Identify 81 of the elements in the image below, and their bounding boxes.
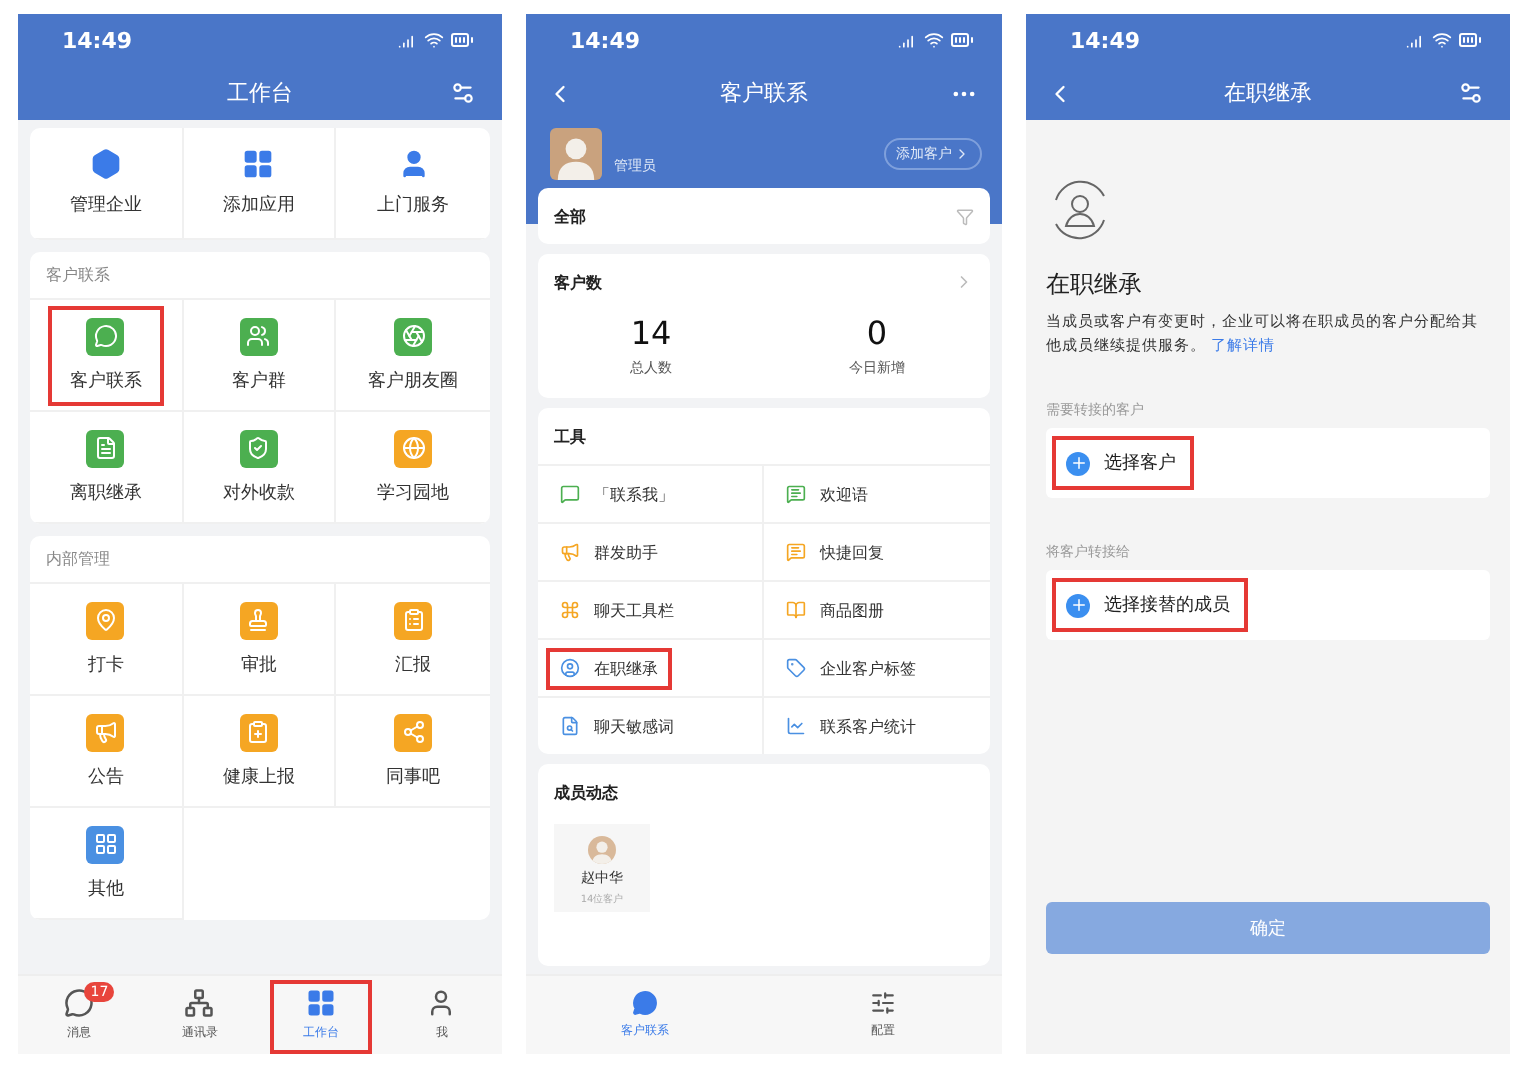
card-title: 成员动态	[554, 781, 618, 803]
signal-icon	[1406, 30, 1426, 50]
plus-icon	[1066, 593, 1090, 618]
wifi-icon	[424, 30, 444, 50]
section-heading: 客户联系	[30, 252, 490, 300]
tool-item[interactable]: 在职继承	[552, 653, 666, 683]
app-item[interactable]: 对外收款	[206, 423, 311, 511]
tool-item[interactable]: 联系客户统计	[778, 711, 924, 741]
filter-label: 全部	[554, 205, 586, 227]
app-item[interactable]: 客户联系	[53, 311, 158, 399]
app-item[interactable]: 其他	[70, 819, 141, 907]
stat-value: 0	[866, 314, 888, 352]
tool-item[interactable]: 聊天工具栏	[552, 595, 682, 625]
plus-icon	[1066, 451, 1090, 476]
tool-item[interactable]: 欢迎语	[778, 479, 876, 509]
settings-icon[interactable]	[1458, 80, 1484, 106]
status-time: 14:49	[570, 27, 641, 53]
section-heading: 内部管理	[30, 536, 490, 584]
avatar	[588, 836, 616, 864]
battery-icon	[1458, 28, 1482, 52]
status-time: 14:49	[1070, 27, 1141, 53]
app-item[interactable]: 学习园地	[361, 423, 466, 511]
select-field[interactable]: 选择接替的成员	[1046, 570, 1490, 641]
signal-icon	[898, 30, 918, 50]
screen-title: 在职继承	[1224, 78, 1312, 108]
user-circle-icon	[560, 658, 580, 678]
tool-item[interactable]: 群发助手	[552, 537, 666, 567]
apps-icon	[242, 148, 275, 180]
app-item[interactable]: 客户朋友圈	[352, 311, 475, 399]
hexagon-icon	[89, 148, 122, 180]
app-item[interactable]: 公告	[70, 707, 141, 795]
app-item[interactable]: 打卡	[70, 595, 141, 683]
app-item[interactable]: 管理企业	[53, 142, 158, 224]
card-title: 工具	[554, 425, 586, 447]
avatar	[550, 128, 602, 180]
megaphone-icon	[560, 542, 580, 562]
tool-item[interactable]: 企业客户标签	[778, 653, 924, 683]
filter-card[interactable]: 全部	[538, 188, 990, 244]
message-icon	[560, 484, 580, 504]
card-title: 客户数	[554, 271, 602, 293]
chevron-icon	[954, 146, 970, 162]
battery-icon	[950, 28, 974, 52]
file-search-icon	[560, 716, 580, 736]
app-item[interactable]: 客户群	[215, 311, 302, 399]
tool-item[interactable]: 聊天敏感词	[552, 711, 682, 741]
chat-bubble-icon	[786, 484, 806, 504]
screen-title: 客户联系	[720, 78, 808, 108]
book-icon	[786, 600, 806, 620]
command-icon	[560, 600, 580, 620]
tool-item[interactable]: 「联系我」	[552, 479, 682, 509]
select-field[interactable]: 选择客户	[1046, 428, 1490, 499]
person-icon	[397, 148, 430, 180]
page-heading: 在职继承	[1046, 268, 1144, 302]
chart-icon	[786, 716, 806, 736]
app-item[interactable]: 添加应用	[206, 142, 311, 224]
chat-icon	[632, 990, 658, 1016]
battery-icon	[450, 28, 474, 52]
screen-title: 工作台	[227, 78, 293, 108]
signal-icon	[398, 30, 418, 50]
tag-icon	[786, 658, 806, 678]
wifi-icon	[924, 30, 944, 50]
app-item[interactable]: 健康上报	[206, 707, 311, 795]
person-icon	[426, 988, 457, 1018]
org-chart-icon	[184, 988, 215, 1018]
app-item[interactable]: 离职继承	[53, 423, 158, 511]
grid-icon	[305, 988, 336, 1018]
field-action: 选择接替的成员	[1104, 593, 1230, 619]
app-item[interactable]: 汇报	[378, 595, 449, 683]
status-time: 14:49	[62, 27, 133, 53]
sliders-icon	[870, 990, 896, 1016]
chat-icon	[63, 988, 94, 1018]
tool-item[interactable]: 快捷回复	[778, 537, 892, 567]
app-item[interactable]: 上门服务	[361, 142, 466, 224]
field-action: 选择客户	[1104, 451, 1176, 477]
wifi-icon	[1432, 30, 1452, 50]
tool-item[interactable]: 商品图册	[778, 595, 892, 625]
app-item[interactable]: 同事吧	[370, 707, 457, 795]
stat-value: 14	[630, 314, 672, 352]
settings-icon[interactable]	[450, 80, 476, 106]
app-item[interactable]: 审批	[223, 595, 294, 683]
chat-bubble-icon	[786, 542, 806, 562]
